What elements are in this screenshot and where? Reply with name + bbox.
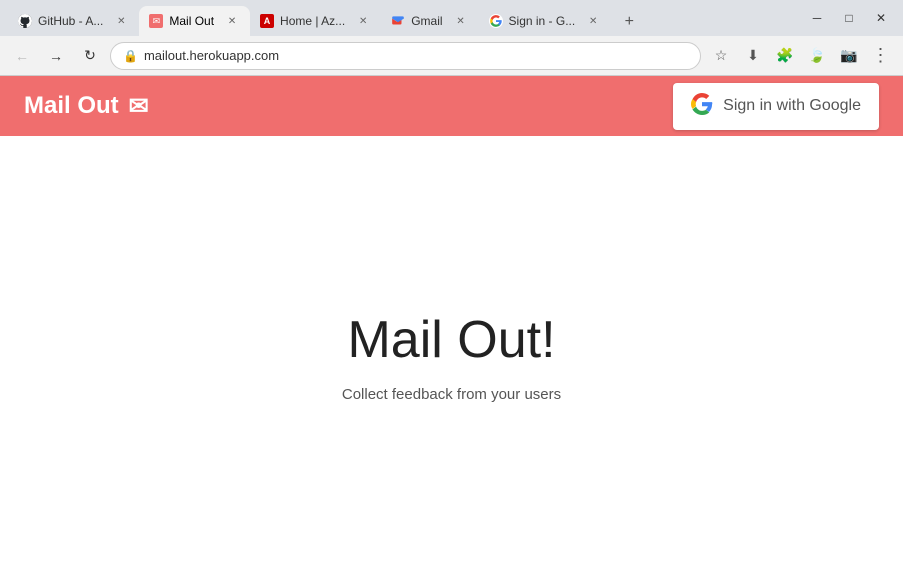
tab-mailout-label: Mail Out bbox=[169, 14, 214, 28]
tab-mailout[interactable]: ✉ Mail Out ✕ bbox=[139, 6, 250, 36]
hero-subtitle: Collect feedback from your users bbox=[342, 386, 561, 403]
hero-title: Mail Out! bbox=[347, 310, 555, 370]
new-tab-button[interactable]: + bbox=[615, 8, 643, 36]
tab-github-label: GitHub - A... bbox=[38, 14, 103, 28]
tab-signin-label: Sign in - G... bbox=[509, 14, 576, 28]
tab-mailout-close[interactable]: ✕ bbox=[224, 13, 240, 29]
app-title-text: Mail Out bbox=[24, 92, 119, 120]
google-g-icon bbox=[691, 93, 713, 120]
maximize-button[interactable]: □ bbox=[835, 4, 863, 32]
leaf-icon[interactable]: 🍃 bbox=[803, 42, 831, 70]
download-icon[interactable]: ⬇ bbox=[739, 42, 767, 70]
tab-gmail-label: Gmail bbox=[411, 14, 442, 28]
github-favicon bbox=[18, 14, 32, 28]
window-controls: ─ □ ✕ bbox=[803, 4, 895, 32]
app-title: Mail Out ✉ bbox=[24, 92, 149, 121]
lock-icon: 🔒 bbox=[123, 49, 138, 63]
menu-button[interactable]: ⋮ bbox=[867, 42, 895, 70]
extensions-icon[interactable]: 🧩 bbox=[771, 42, 799, 70]
mailout-favicon: ✉ bbox=[149, 14, 163, 28]
main-content: Mail Out! Collect feedback from your use… bbox=[0, 136, 903, 577]
tab-home-az-close[interactable]: ✕ bbox=[355, 13, 371, 29]
url-text: mailout.herokuapp.com bbox=[144, 48, 688, 63]
star-icon[interactable]: ☆ bbox=[707, 42, 735, 70]
tab-github[interactable]: GitHub - A... ✕ bbox=[8, 6, 139, 36]
app-header: Mail Out ✉ Sign in with Google bbox=[0, 76, 903, 136]
address-bar: ← → ↻ 🔒 mailout.herokuapp.com ☆ ⬇ 🧩 🍃 📷 … bbox=[0, 36, 903, 76]
minimize-button[interactable]: ─ bbox=[803, 4, 831, 32]
video-icon[interactable]: 📷 bbox=[835, 42, 863, 70]
tab-signin[interactable]: Sign in - G... ✕ bbox=[479, 6, 612, 36]
browser-frame: GitHub - A... ✕ ✉ Mail Out ✕ A Home | Az… bbox=[0, 0, 903, 577]
home-az-favicon: A bbox=[260, 14, 274, 28]
tab-home-az-label: Home | Az... bbox=[280, 14, 345, 28]
toolbar-icons: ☆ ⬇ 🧩 🍃 📷 ⋮ bbox=[707, 42, 895, 70]
tab-gmail-close[interactable]: ✕ bbox=[453, 13, 469, 29]
mail-icon: ✉ bbox=[129, 92, 149, 121]
tab-home-az[interactable]: A Home | Az... ✕ bbox=[250, 6, 381, 36]
tab-group: GitHub - A... ✕ ✉ Mail Out ✕ A Home | Az… bbox=[8, 0, 791, 36]
reload-button[interactable]: ↻ bbox=[76, 42, 104, 70]
sign-in-button[interactable]: Sign in with Google bbox=[673, 83, 879, 130]
sign-in-label: Sign in with Google bbox=[723, 97, 861, 115]
tab-github-close[interactable]: ✕ bbox=[113, 13, 129, 29]
forward-button[interactable]: → bbox=[42, 42, 70, 70]
page-content: Mail Out ✉ Sign in with Google Mail Out!… bbox=[0, 76, 903, 577]
back-button[interactable]: ← bbox=[8, 42, 36, 70]
tab-signin-close[interactable]: ✕ bbox=[585, 13, 601, 29]
url-bar[interactable]: 🔒 mailout.herokuapp.com bbox=[110, 42, 701, 70]
title-bar: GitHub - A... ✕ ✉ Mail Out ✕ A Home | Az… bbox=[0, 0, 903, 36]
tab-gmail[interactable]: Gmail ✕ bbox=[381, 6, 478, 36]
close-button[interactable]: ✕ bbox=[867, 4, 895, 32]
signin-favicon bbox=[489, 14, 503, 28]
gmail-favicon bbox=[391, 14, 405, 28]
